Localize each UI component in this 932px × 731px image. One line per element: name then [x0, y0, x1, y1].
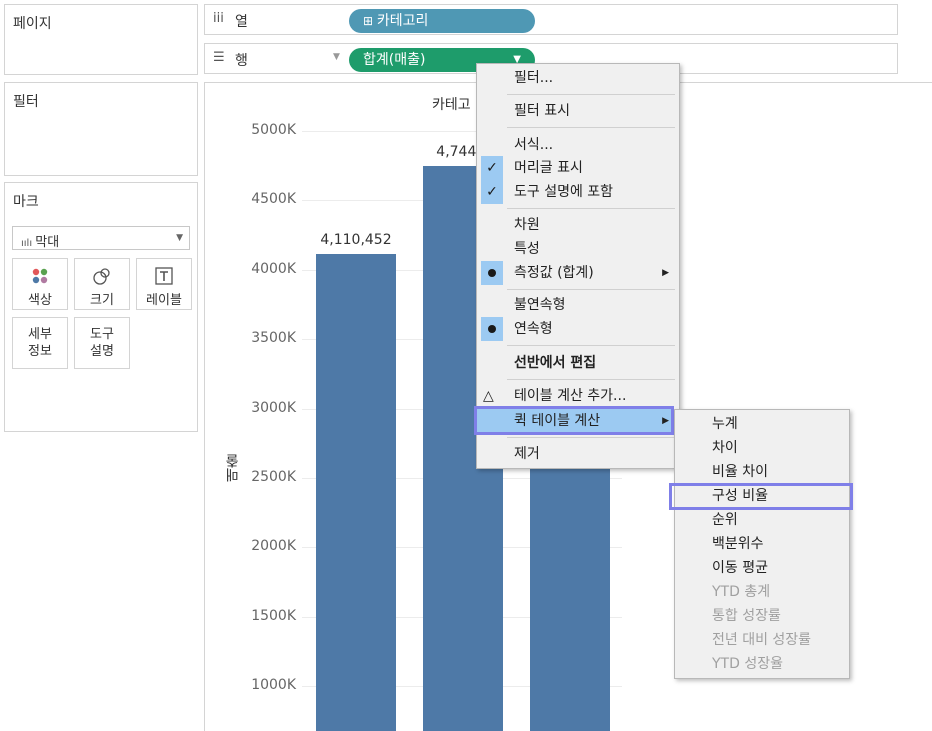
quick-table-calc-outline: [474, 406, 674, 435]
bar-chart-icon: ıılı: [21, 238, 36, 249]
checkmark-icon: ✓: [481, 180, 503, 204]
y-tick-label: 3000K: [251, 399, 296, 416]
menu-dimension[interactable]: 차원: [477, 213, 679, 237]
y-tick-label: 5000K: [251, 122, 296, 138]
y-tick-label: 4500K: [251, 191, 296, 208]
y-tick-label: 1500K: [251, 607, 296, 624]
detail-label-1: 세부: [28, 327, 52, 342]
label-label: 레이블: [146, 293, 182, 308]
marks-panel: 마크 ıılı 막대 ▼ 색상 크기 레이블 세부정보 도구설명: [4, 182, 198, 432]
columns-icon: iii: [213, 11, 224, 26]
sales-pill-label: 합계(매출): [363, 52, 426, 68]
submenu-year-over-year: 전년 대비 성장률: [712, 632, 812, 648]
size-button[interactable]: 크기: [74, 258, 130, 310]
menu-show-filter[interactable]: 필터 표시: [477, 99, 679, 123]
color-icon: [32, 268, 48, 284]
tooltip-label-2: 설명: [90, 344, 114, 359]
menu-format[interactable]: 서식...: [477, 133, 679, 157]
chart-header: 카테고: [432, 97, 471, 113]
submenu-percent-difference[interactable]: 비율 차이: [675, 460, 849, 484]
submenu-ytd-growth: YTD 성장율: [712, 656, 783, 672]
percent-of-total-outline: [669, 483, 853, 510]
submenu-compound-growth: 통합 성장률: [712, 608, 781, 624]
pages-title: 페이지: [13, 16, 52, 32]
mark-type-dropdown[interactable]: ıılı 막대 ▼: [12, 226, 190, 250]
expand-icon: ⊞: [363, 14, 377, 28]
category-pill-label: 카테고리: [376, 13, 429, 29]
pages-panel[interactable]: 페이지: [4, 4, 198, 75]
delta-icon: △: [483, 388, 494, 404]
y-tick-label: 1000K: [251, 677, 296, 693]
radio-dot-icon: [481, 261, 503, 285]
menu-filter[interactable]: 필터...: [477, 66, 679, 90]
size-label: 크기: [90, 293, 114, 308]
submenu-percentile[interactable]: 백분위수: [675, 532, 849, 556]
submenu-difference[interactable]: 차이: [675, 436, 849, 460]
tooltip-button[interactable]: 도구설명: [74, 317, 130, 369]
bar-data-label: 4,110,452: [320, 232, 392, 249]
menu-discrete[interactable]: 불연속형: [477, 293, 679, 317]
submenu-moving-average[interactable]: 이동 평균: [675, 556, 849, 580]
radio-dot-icon: [481, 317, 503, 341]
mark-type-label: 막대: [35, 235, 60, 250]
bar[interactable]: [530, 464, 610, 731]
marks-title: 마크: [13, 194, 39, 210]
y-tick-label: 2000K: [251, 538, 296, 555]
menu-measure[interactable]: 측정값 (합계) ▶: [477, 261, 679, 285]
chevron-down-icon: ▼: [176, 233, 183, 243]
text-label-icon: [155, 267, 173, 285]
color-button[interactable]: 색상: [12, 258, 68, 310]
rows-shelf-label: 행: [235, 53, 248, 69]
columns-shelf-label: 열: [235, 14, 248, 30]
tooltip-label-1: 도구: [90, 327, 114, 342]
bar[interactable]: [316, 254, 396, 731]
menu-include-tooltip[interactable]: ✓ 도구 설명에 포함: [477, 180, 679, 204]
filters-title: 필터: [13, 94, 39, 110]
menu-show-header[interactable]: ✓ 머리글 표시: [477, 156, 679, 180]
y-tick-label: 3500K: [251, 330, 296, 347]
label-button[interactable]: 레이블: [136, 258, 192, 310]
checkmark-icon: ✓: [481, 156, 503, 180]
menu-attribute[interactable]: 특성: [477, 237, 679, 261]
submenu-arrow-icon: ▶: [662, 268, 669, 278]
menu-continuous[interactable]: 연속형: [477, 317, 679, 341]
size-icon: [93, 268, 110, 285]
submenu-running-total[interactable]: 누계: [675, 412, 849, 436]
menu-remove[interactable]: 제거: [477, 442, 679, 466]
y-tick-label: 2500K: [251, 468, 296, 485]
detail-button[interactable]: 세부정보: [12, 317, 68, 369]
shelf-dropdown-icon[interactable]: ▼: [333, 52, 340, 62]
color-label: 색상: [28, 293, 52, 308]
menu-edit-in-shelf[interactable]: 선반에서 편집: [477, 351, 679, 375]
menu-add-table-calc[interactable]: △ 테이블 계산 추가...: [477, 384, 679, 408]
columns-shelf[interactable]: iii 열 ⊞ 카테고리: [204, 4, 898, 35]
rows-icon: ☰: [213, 50, 225, 65]
submenu-ytd-total: YTD 총계: [712, 584, 771, 600]
filters-panel[interactable]: 필터: [4, 82, 198, 176]
y-tick-label: 4000K: [251, 260, 296, 277]
detail-label-2: 정보: [28, 344, 52, 359]
submenu-rank[interactable]: 순위: [675, 508, 849, 532]
quick-table-calc-submenu: 누계 차이 비율 차이 구성 비율 순위 백분위수 이동 평균 YTD 총계 통…: [674, 409, 850, 679]
category-pill[interactable]: ⊞ 카테고리: [349, 9, 535, 33]
